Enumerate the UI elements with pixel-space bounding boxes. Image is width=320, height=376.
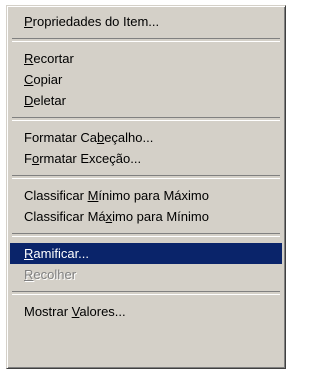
label-pre: Classificar xyxy=(24,188,88,203)
label-post: ínimo para Máximo xyxy=(98,188,209,203)
label-post: rmatar Exceção... xyxy=(39,151,142,166)
label-post: imo para Mínimo xyxy=(112,209,209,224)
menu-separator xyxy=(12,38,280,42)
mnemonic: R xyxy=(24,267,34,282)
menu-separator xyxy=(12,291,280,295)
menu-item-recolher: Recolher xyxy=(10,264,282,285)
label-post: ropriedades do Item... xyxy=(32,14,160,29)
menu-item-formatar-excecao[interactable]: Formatar Exceção... xyxy=(10,148,282,169)
menu-item-mostrar-valores[interactable]: Mostrar Valores... xyxy=(10,301,282,322)
menu-item-recortar[interactable]: Recortar xyxy=(10,48,282,69)
label-pre: Classificar Má xyxy=(24,209,106,224)
label-pre: Mostrar xyxy=(24,304,72,319)
menu-separator xyxy=(12,233,280,237)
menu-item-propriedades[interactable]: Propriedades do Item... xyxy=(10,11,282,32)
menu-item-classificar-min-max[interactable]: Classificar Mínimo para Máximo xyxy=(10,185,282,206)
mnemonic: R xyxy=(24,51,34,66)
menu-separator xyxy=(12,175,280,179)
mnemonic: R xyxy=(24,246,34,261)
label-post: eletar xyxy=(33,93,66,108)
menu-item-deletar[interactable]: Deletar xyxy=(10,90,282,111)
label-post: amificar... xyxy=(33,246,90,261)
menu-item-formatar-cabecalho[interactable]: Formatar Cabeçalho... xyxy=(10,127,282,148)
menu-item-copiar[interactable]: Copiar xyxy=(10,69,282,90)
context-menu: Propriedades do Item... Recortar Copiar … xyxy=(6,5,286,369)
label-post: opiar xyxy=(33,72,63,87)
label-post: eçalho... xyxy=(104,130,154,145)
label-pre: Formatar Ca xyxy=(24,130,97,145)
mnemonic: P xyxy=(24,14,33,29)
menu-item-ramificar[interactable]: Ramificar... xyxy=(10,243,282,264)
mnemonic: C xyxy=(24,72,34,87)
label-pre: F xyxy=(24,151,32,166)
label-post: ecolher xyxy=(33,267,77,282)
label-post: ecortar xyxy=(33,51,74,66)
mnemonic: M xyxy=(87,188,99,203)
label-post: alores... xyxy=(79,304,126,319)
mnemonic: D xyxy=(24,93,34,108)
menu-separator xyxy=(12,117,280,121)
menu-item-classificar-max-min[interactable]: Classificar Máximo para Mínimo xyxy=(10,206,282,227)
